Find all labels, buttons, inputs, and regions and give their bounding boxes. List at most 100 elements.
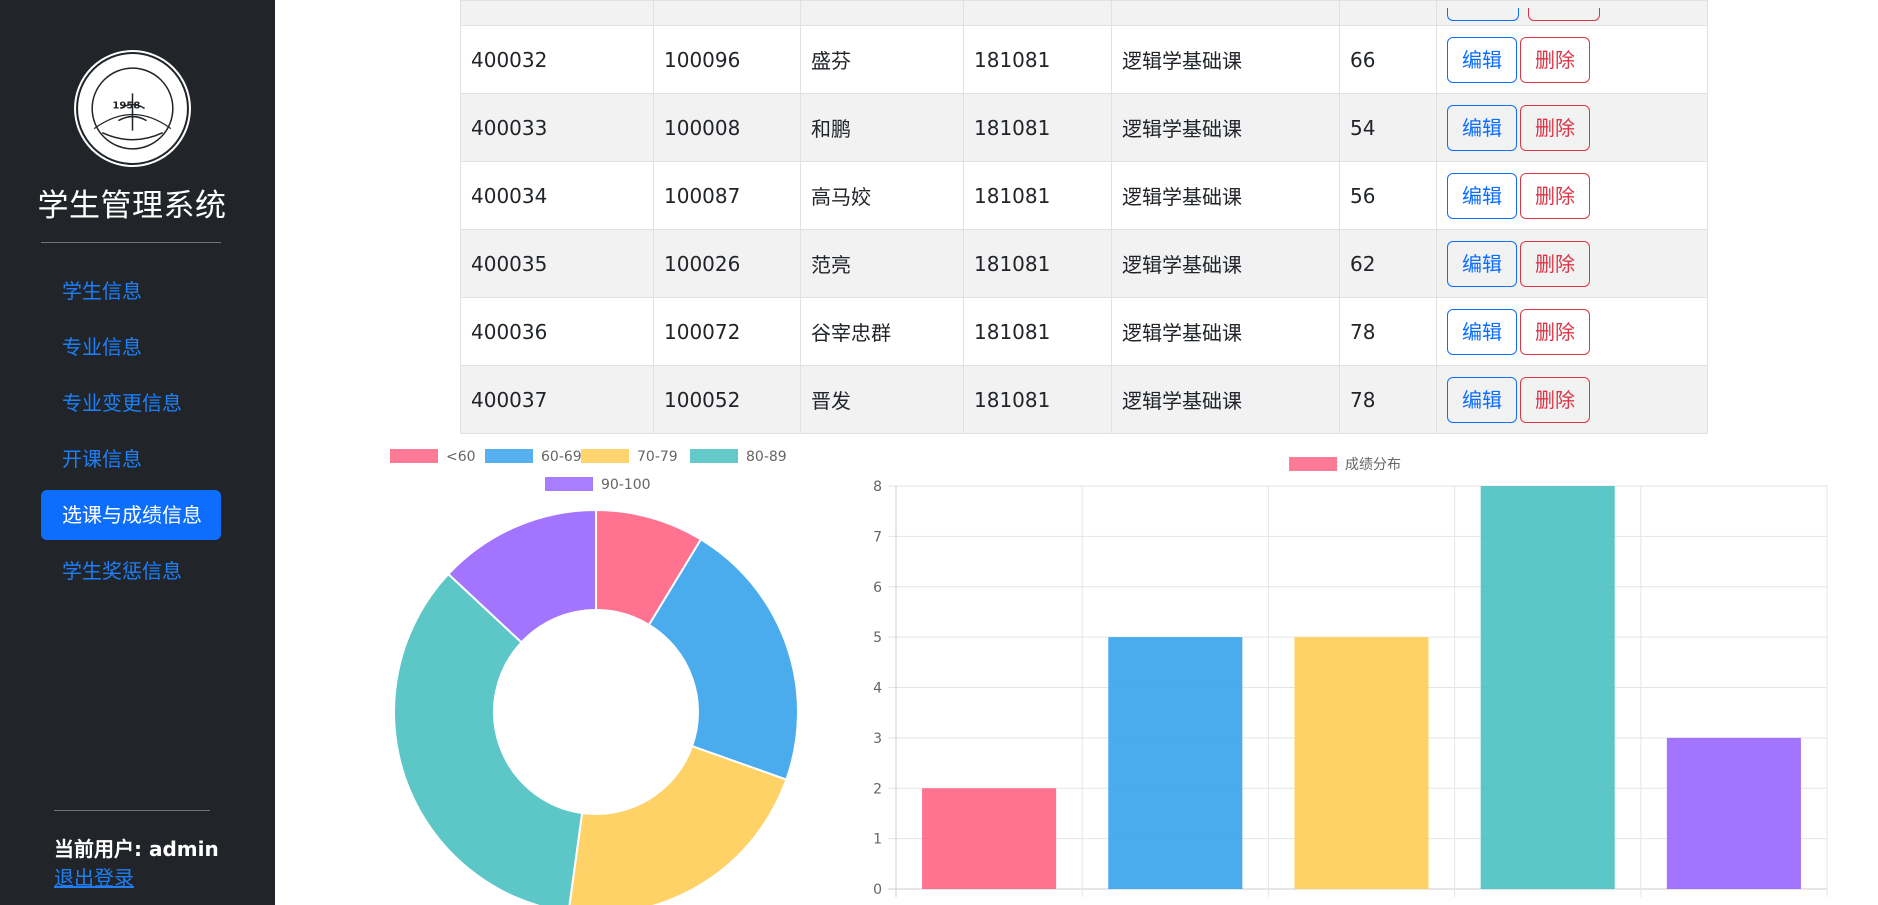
sidebar-item-course-offering[interactable]: 开课信息 — [41, 434, 221, 484]
logo-year: 1958 — [112, 101, 140, 112]
edit-button[interactable]: 编辑 — [1447, 104, 1517, 151]
university-logo: 1958 — [74, 50, 191, 167]
doughnut-legend-swatch — [485, 449, 533, 463]
record-id-cell: 400037 — [460, 365, 654, 434]
edit-button[interactable]: 编辑 — [1447, 308, 1517, 355]
score-cell: 62 — [1339, 229, 1437, 298]
bar[interactable] — [1294, 637, 1429, 889]
doughnut-legend-label: <60 — [446, 449, 476, 465]
bar[interactable] — [1480, 486, 1615, 889]
actions-cell: 编辑 删除 — [1436, 365, 1708, 434]
edit-button[interactable]: 编辑 — [1447, 376, 1517, 423]
delete-button[interactable]: 删除 — [1520, 376, 1590, 423]
score-cell: 78 — [1339, 297, 1437, 366]
current-user: 当前用户: admin — [54, 837, 219, 861]
bar-legend-label: 成绩分布 — [1345, 457, 1401, 473]
sidebar-item-enrollment-grades[interactable]: 选课与成绩信息 — [41, 490, 221, 540]
bar[interactable] — [1108, 637, 1243, 889]
record-id-cell: 400035 — [460, 229, 654, 298]
bar-y-tick-label: 2 — [873, 781, 882, 797]
course-name-cell: 逻辑学基础课 — [1111, 297, 1340, 366]
doughnut-legend-label: 60-69 — [541, 449, 582, 465]
course-id-cell: 181081 — [963, 365, 1112, 434]
actions-cell: 编辑 删除 — [1436, 161, 1708, 230]
app-root: 1958 学生管理系统 学生信息 专业信息 专业变更信息 开课信息 选课与成绩信… — [0, 0, 1878, 905]
doughnut-legend-item[interactable]: <60 — [390, 449, 476, 465]
student-id-cell: 100026 — [653, 229, 801, 298]
edit-button[interactable]: 编辑 — [1447, 240, 1517, 287]
grade-distribution-bar-chart: 成绩分布012345678<6060-6970-7980-8990-100 — [873, 457, 1828, 905]
doughnut-legend-label: 80-89 — [746, 449, 787, 465]
doughnut-legend-item[interactable]: 80-89 — [690, 449, 787, 465]
student-name-cell: 和鹏 — [800, 93, 964, 162]
actions-cell: 编辑 删除 — [1436, 297, 1708, 366]
course-id-cell: 181081 — [963, 93, 1112, 162]
delete-button[interactable]: 删除 — [1520, 172, 1590, 219]
sidebar-item-student-info[interactable]: 学生信息 — [41, 266, 221, 316]
course-id-cell: 181081 — [963, 25, 1112, 94]
doughnut-legend-item[interactable]: 70-79 — [581, 449, 678, 465]
score-cell: 56 — [1339, 161, 1437, 230]
bar-y-tick-label: 3 — [873, 731, 882, 747]
app-title: 学生管理系统 — [37, 188, 227, 224]
student-name-cell: 盛芬 — [800, 25, 964, 94]
table-row: 400034 100087 高马姣 181081 逻辑学基础课 56 编辑 删除 — [460, 161, 1708, 230]
record-id-cell: 400033 — [460, 93, 654, 162]
course-name-cell: 逻辑学基础课 — [1111, 25, 1340, 94]
doughnut-legend-label: 70-79 — [637, 449, 678, 465]
bar-y-tick-label: 7 — [873, 529, 882, 545]
doughnut-slice[interactable] — [568, 744, 788, 905]
table-row-partial — [460, 0, 1708, 26]
bar[interactable] — [922, 788, 1057, 889]
sidebar-item-major-info[interactable]: 专业信息 — [41, 322, 221, 372]
doughnut-legend-swatch — [690, 449, 738, 463]
score-cell: 78 — [1339, 365, 1437, 434]
student-name-cell: 高马姣 — [800, 161, 964, 230]
bar[interactable] — [1666, 737, 1801, 889]
bar-legend-item[interactable]: 成绩分布 — [1289, 457, 1401, 473]
table-row: 400037 100052 晋发 181081 逻辑学基础课 78 编辑 删除 — [460, 365, 1708, 434]
sidebar-item-rewards-penalties[interactable]: 学生奖惩信息 — [41, 546, 221, 596]
record-id-cell: 400032 — [460, 25, 654, 94]
course-name-cell: 逻辑学基础课 — [1111, 93, 1340, 162]
score-cell: 54 — [1339, 93, 1437, 162]
doughnut-legend-swatch — [581, 449, 629, 463]
student-id-cell: 100008 — [653, 93, 801, 162]
score-cell: 66 — [1339, 25, 1437, 94]
bar-y-tick-label: 8 — [873, 479, 882, 495]
sidebar-divider-top — [41, 242, 221, 243]
delete-button[interactable]: 删除 — [1520, 36, 1590, 83]
record-id-cell: 400036 — [460, 297, 654, 366]
doughnut-legend-item[interactable]: 60-69 — [485, 449, 582, 465]
delete-button[interactable]: 删除 — [1520, 104, 1590, 151]
edit-button[interactable] — [1447, 8, 1519, 21]
doughnut-legend-item[interactable]: 90-100 — [545, 477, 651, 493]
logout-link[interactable]: 退出登录 — [54, 862, 134, 891]
grade-distribution-doughnut-chart: <60 60-69 70-79 80-89 90-100 — [390, 449, 799, 905]
student-name-cell: 晋发 — [800, 365, 964, 434]
delete-button[interactable] — [1528, 8, 1601, 21]
bar-y-tick-label: 1 — [873, 832, 882, 848]
doughnut-slice[interactable] — [393, 572, 584, 905]
actions-cell: 编辑 删除 — [1436, 93, 1708, 162]
student-id-cell: 100096 — [653, 25, 801, 94]
edit-button[interactable]: 编辑 — [1447, 36, 1517, 83]
record-id-cell: 400034 — [460, 161, 654, 230]
delete-button[interactable]: 删除 — [1520, 308, 1590, 355]
doughnut-legend-label: 90-100 — [601, 477, 651, 493]
grades-table: 400032 100096 盛芬 181081 逻辑学基础课 66 编辑 删除 400033 10… — [460, 0, 1708, 434]
sidebar-item-major-change[interactable]: 专业变更信息 — [41, 378, 221, 428]
student-name-cell: 范亮 — [800, 229, 964, 298]
grades-table-wrapper: 400032 100096 盛芬 181081 逻辑学基础课 66 编辑 删除 400033 10… — [460, 0, 1708, 434]
actions-cell: 编辑 删除 — [1436, 229, 1708, 298]
delete-button[interactable]: 删除 — [1520, 240, 1590, 287]
table-row: 400036 100072 谷宰忠群 181081 逻辑学基础课 78 编辑 删除 — [460, 297, 1708, 366]
bar-y-tick-label: 5 — [873, 630, 882, 646]
bar-legend-swatch — [1289, 457, 1337, 471]
edit-button[interactable]: 编辑 — [1447, 172, 1517, 219]
course-id-cell: 181081 — [963, 229, 1112, 298]
bar-y-tick-label: 4 — [873, 681, 882, 697]
bar-y-tick-label: 6 — [873, 580, 882, 596]
sidebar: 1958 学生管理系统 学生信息 专业信息 专业变更信息 开课信息 选课与成绩信… — [0, 0, 275, 905]
course-id-cell: 181081 — [963, 161, 1112, 230]
